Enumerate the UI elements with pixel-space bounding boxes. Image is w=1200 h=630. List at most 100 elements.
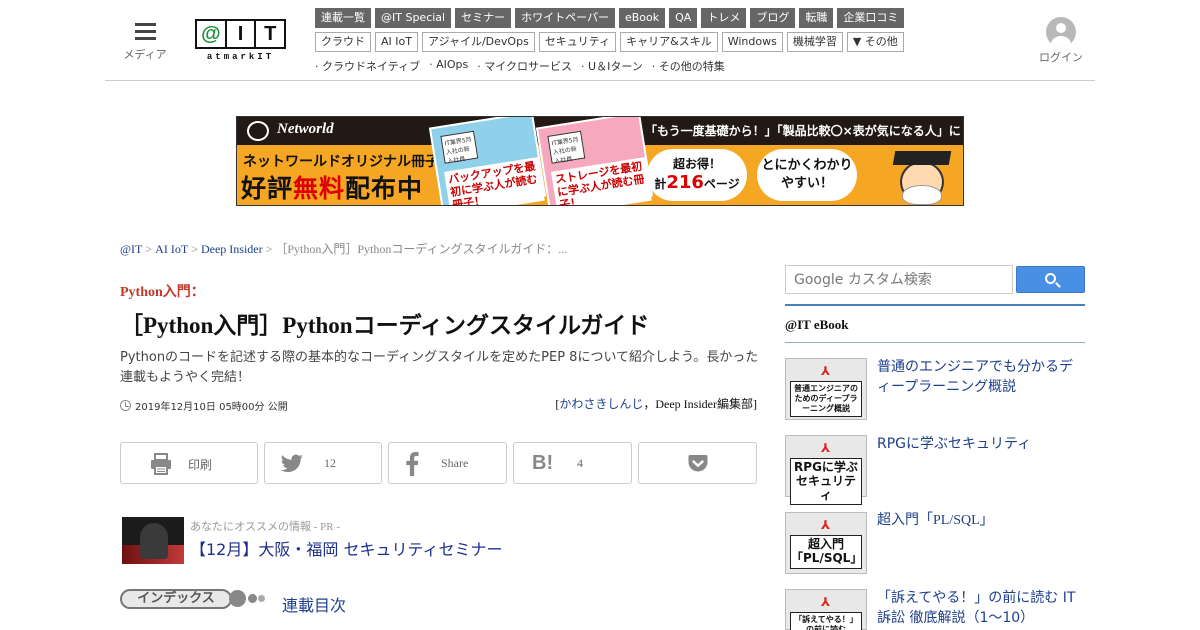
feature-aiops[interactable]: · AIOps (429, 58, 468, 74)
nav-seminar[interactable]: セミナー (455, 8, 512, 28)
nav-serials[interactable]: 連載一覧 (315, 8, 371, 28)
media-menu-button[interactable]: メディア (123, 22, 167, 62)
booklet-backup: IT業界5月入社の新入社員 バックアップを最初に学ぶ人が読む冊子！ (428, 117, 547, 205)
primary-nav: 連載一覧 @IT Special セミナー ホワイトペーパー eBook QA … (315, 8, 905, 28)
search-button[interactable] (1016, 266, 1085, 293)
feature-cloud-native-label: クラウドネイティブ (322, 60, 421, 73)
index-dot-large-icon (229, 590, 246, 607)
pocket-icon (688, 455, 708, 472)
nav-agile-devops[interactable]: アジャイル/DevOps (421, 32, 535, 52)
hatena-bookmark-icon: B! (532, 452, 554, 474)
breadcrumb-current: ［Python入門］Pythonコーディングスタイルガイド：... (275, 242, 568, 256)
atmarkit-logo[interactable]: @ I T atmarkIT (195, 19, 286, 63)
ebook-title-plsql[interactable]: 超入門「PL/SQL」 (877, 511, 1085, 531)
index-dot-medium-icon (248, 594, 257, 603)
site-header: メディア @ I T atmarkIT 連載一覧 @IT Special セミナ… (105, 0, 1095, 81)
ebook-cover-text: 「訴えてやる！」の前に読む (790, 612, 862, 630)
feature-microservices-label: マイクロサービス (484, 60, 573, 73)
article-lead: Pythonのコードを記述する際の基本的なコーディングスタイルを定めたPEP 8… (120, 350, 759, 385)
twitter-bird-icon (281, 454, 303, 473)
ebook-title-rpg-security[interactable]: RPGに学ぶセキュリティ (877, 434, 1085, 454)
banner-bubble-easy: とにかくわかりやすい！ (757, 149, 857, 201)
ebook-thumb-it-lawsuit[interactable]: ⅄ 「訴えてやる！」の前に読む (785, 589, 867, 630)
pocket-save-button[interactable] (638, 442, 757, 484)
breadcrumb-atmarkit[interactable]: @IT (120, 242, 142, 256)
booklet-backup-header: IT業界5月入社の新入社員 (440, 130, 479, 165)
ebook-cover-text: 超入門「PL/SQL」 (790, 535, 862, 569)
nav-whitepaper[interactable]: ホワイトペーパー (515, 8, 615, 28)
nav-security[interactable]: セキュリティ (538, 32, 617, 52)
ebook-thumb-plsql[interactable]: ⅄ 超入門「PL/SQL」 (785, 512, 867, 574)
ebook-title-it-lawsuit[interactable]: 「訴えてやる！」の前に読む IT訴訟 徹底解説（1～10） (877, 588, 1085, 628)
bubble-page-count: 216 (666, 172, 704, 193)
feature-aiops-label: AIOps (436, 58, 469, 71)
logo-wordmark: atmarkIT (206, 52, 275, 62)
ebook-title-deep-learning[interactable]: 普通のエンジニアでも分かるディープラーニング概説 (877, 357, 1085, 397)
booklet-storage-title: ストレージを最初に学ぶ人が読む冊子！ (551, 157, 652, 205)
banner-line2-free: 無料 (293, 174, 346, 203)
nav-career-change[interactable]: 転職 (799, 8, 834, 28)
feature-others-label: その他の特集 (658, 60, 725, 73)
nav-career-skill[interactable]: キャリア&スキル (620, 32, 718, 52)
publish-date-text: 2019年12月10日 05時00分 公開 (135, 402, 288, 413)
breadcrumb: @IT > AI IoT > Deep Insider > ［Python入門］Python… (120, 240, 567, 257)
nav-more-dropdown[interactable]: ▼ その他 (846, 32, 904, 52)
breadcrumb-ai-iot[interactable]: AI IoT (155, 242, 188, 256)
logo-char-t: T (264, 22, 277, 45)
hatena-bookmark-button[interactable]: B! 4 (513, 442, 632, 484)
ebook-thumb-deep-learning[interactable]: ⅄ 普通エンジニアのためのディープラーニング概説 (785, 358, 867, 420)
banner-line2-a: 好評 (241, 174, 294, 203)
facebook-share-button[interactable]: Share (388, 442, 507, 484)
breadcrumb-sep: > (265, 242, 273, 256)
secondary-nav: クラウド AI IoT アジャイル/DevOps セキュリティ キャリア&スキル… (315, 32, 904, 52)
nav-toreme[interactable]: トレメ (701, 8, 747, 28)
ebook-section-heading: @IT eBook (785, 304, 1085, 343)
booklet-backup-title: バックアップを最初に学ぶ人が読む冊子！ (444, 157, 545, 205)
twitter-count: 12 (324, 456, 336, 470)
feature-others[interactable]: · その他の特集 (652, 58, 725, 74)
booklet-storage: IT業界5月入社の新入社員 ストレージを最初に学ぶ人が読む冊子！ (535, 117, 654, 205)
publish-date: 2019年12月10日 05時00分 公開 (120, 398, 288, 413)
media-menu-label: メディア (123, 48, 167, 61)
article-author: [かわさきしんじ，Deep Insider編集部] (555, 395, 757, 412)
logo-char-i: I (227, 21, 257, 47)
nav-cloud[interactable]: クラウド (315, 32, 371, 52)
nav-blog[interactable]: ブログ (750, 8, 796, 28)
index-badge: インデックス (120, 589, 232, 609)
nav-qa[interactable]: QA (669, 8, 698, 28)
professor-mascot-icon (892, 147, 952, 205)
nav-ai-iot[interactable]: AI IoT (375, 32, 418, 52)
nav-machine-learning[interactable]: 機械学習 (786, 32, 843, 52)
author-link[interactable]: かわさきしんじ (559, 397, 643, 411)
nav-ebook[interactable]: eBook (618, 8, 666, 28)
printer-icon (151, 453, 171, 475)
pdf-icon: ⅄ (821, 364, 831, 378)
breadcrumb-deep-insider[interactable]: Deep Insider (201, 242, 263, 256)
ad-pr-label: あなたにオススメの情報 - PR - (190, 521, 341, 533)
feature-microservices[interactable]: · マイクロサービス (477, 58, 572, 74)
login-button[interactable]: ログイン (1037, 17, 1085, 65)
facebook-label: Share (441, 456, 469, 470)
ad-thumbnail-hacker[interactable] (122, 517, 184, 564)
pdf-icon: ⅄ (821, 518, 831, 532)
feature-cloud-native[interactable]: · クラウドネイティブ (315, 58, 420, 74)
print-button[interactable]: 印刷 (120, 442, 258, 484)
feature-nav: · クラウドネイティブ · AIOps · マイクロサービス · U＆Iターン … (315, 58, 725, 74)
ebook-cover-text: RPGに学ぶセキュリティ (790, 458, 862, 506)
banner-line1: ネットワールドオリジナル冊子 (243, 154, 439, 170)
ebook-thumb-rpg-security[interactable]: ⅄ RPGに学ぶセキュリティ (785, 435, 867, 506)
twitter-share-button[interactable]: 12 (264, 442, 382, 484)
user-avatar-icon (1046, 17, 1076, 47)
nav-windows[interactable]: Windows (721, 32, 783, 52)
ad-seminar-link[interactable]: 【12月】大阪・福岡 セキュリティセミナー (190, 536, 503, 560)
nav-company-reviews[interactable]: 企業口コミ (837, 8, 905, 28)
nav-special[interactable]: @IT Special (375, 8, 452, 28)
feature-ui-turn[interactable]: · U＆Iターン (581, 58, 643, 74)
login-label: ログイン (1039, 51, 1083, 64)
google-search-input[interactable] (785, 265, 1013, 294)
series-kicker[interactable]: Python入門： (120, 281, 205, 301)
bubble-total: 計 (654, 177, 667, 191)
series-index-link[interactable]: 連載目次 (282, 592, 346, 616)
facebook-icon (406, 452, 419, 476)
networld-banner-ad[interactable]: Networld ネットワールドオリジナル冊子 好評無料配布中 IT業界5月入社… (236, 116, 964, 206)
